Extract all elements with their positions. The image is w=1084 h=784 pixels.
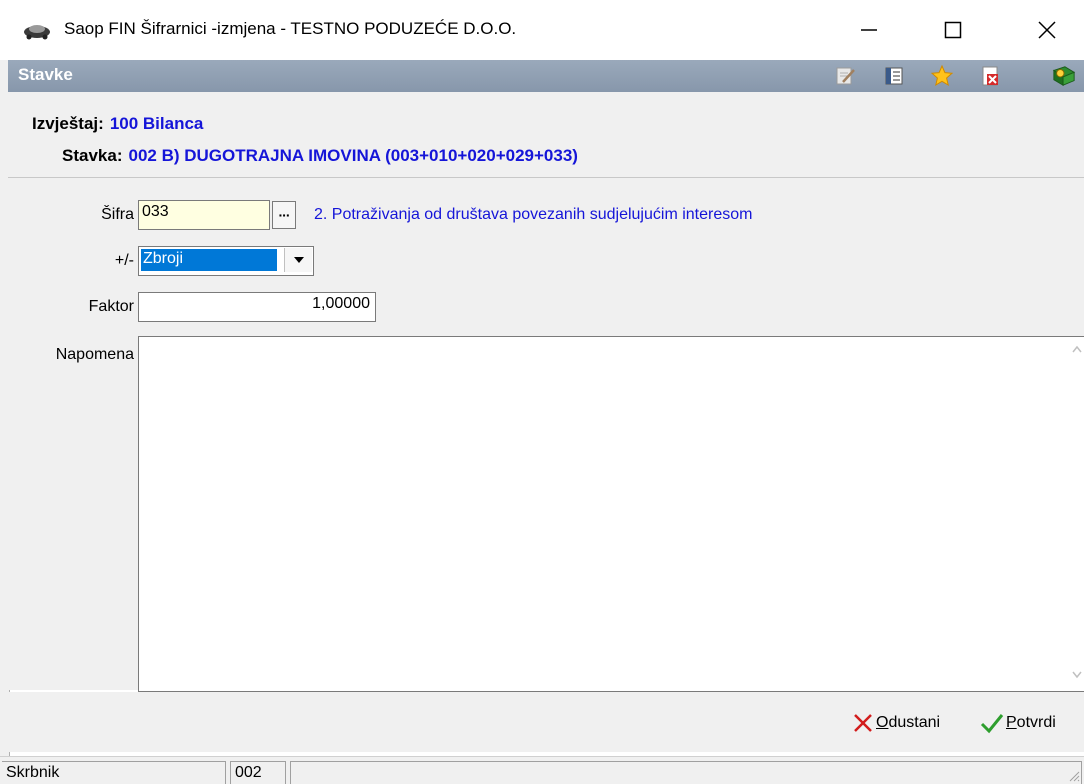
close-button[interactable] [1024,12,1070,48]
confirm-label: otvrdi [1016,714,1056,731]
window-titlebar: Saop FIN Šifrarnici -izmjena - TESTNO PO… [0,0,1084,60]
faktor-label: Faktor [88,298,134,315]
cancel-accel: O [876,714,889,731]
list-button[interactable] [882,64,906,88]
car-icon [24,25,50,40]
stavka-row: Stavka: 002 B) DUGOTRAJNA IMOVINA (003+01… [62,146,578,166]
panel-header: Stavke [8,60,1084,92]
sifra-input[interactable]: 033 [138,200,270,230]
sign-select[interactable]: Zbroji [138,246,314,276]
scroll-down-icon [1072,671,1082,679]
confirm-accel: P [1006,714,1017,731]
delete-icon [982,66,998,86]
edit-button[interactable] [833,64,857,88]
maximize-icon [944,21,962,39]
maximize-button[interactable] [930,12,976,48]
delete-button[interactable] [978,64,1002,88]
status-user-value: 002 [230,761,286,784]
cancel-button[interactable]: Odustani [852,708,940,738]
cancel-label: dustani [888,714,941,731]
chevron-down-icon [293,257,304,263]
favorite-button[interactable] [930,64,954,88]
stavka-label: Stavka: [62,146,123,165]
napomena-label: Napomena [55,346,134,363]
close-icon [1038,21,1056,39]
sifra-lookup-button[interactable]: ··· [272,201,296,229]
sifra-label: Šifra [101,206,134,223]
scroll-up-icon [1072,345,1082,353]
checkmark-icon [980,714,1004,734]
minimize-button[interactable] [846,12,892,48]
napomena-scrollbar[interactable] [1070,337,1084,691]
stavka-value: 002 B) DUGOTRAJNA IMOVINA (003+010+020+0… [128,146,578,165]
sign-dropdown-button[interactable] [284,248,312,272]
sign-label: +/- [114,252,134,269]
help-icon [1052,66,1076,87]
edit-icon [836,67,855,85]
status-message-panel [290,761,1082,784]
help-button[interactable] [1052,64,1076,88]
sign-selected-value: Zbroji [141,249,277,271]
faktor-input[interactable]: 1,00000 [138,292,376,322]
list-icon [885,67,903,85]
report-info-panel: Izvještaj: 100 Bilanca Stavka: 002 B) DUGO… [8,92,1084,178]
minimize-icon [861,29,877,31]
cancel-x-icon [854,714,872,732]
window-title: Saop FIN Šifrarnici -izmjena - TESTNO PO… [64,19,517,38]
napomena-textarea[interactable] [138,336,1084,692]
izvjestaj-row: Izvještaj: 100 Bilanca [32,114,203,134]
sifra-description: 2. Potraživanja od društava povezanih su… [314,206,753,223]
confirm-button[interactable]: Potvrdi [980,708,1056,738]
status-bar: Skrbnik 002 [0,756,1084,784]
panel-title: Stavke [18,65,73,84]
status-user-label: Skrbnik [2,761,226,784]
izvjestaj-label: Izvještaj: [32,114,104,133]
star-icon [930,64,954,87]
resize-grip-icon[interactable] [1066,768,1080,782]
izvjestaj-value: 100 Bilanca [109,114,204,133]
